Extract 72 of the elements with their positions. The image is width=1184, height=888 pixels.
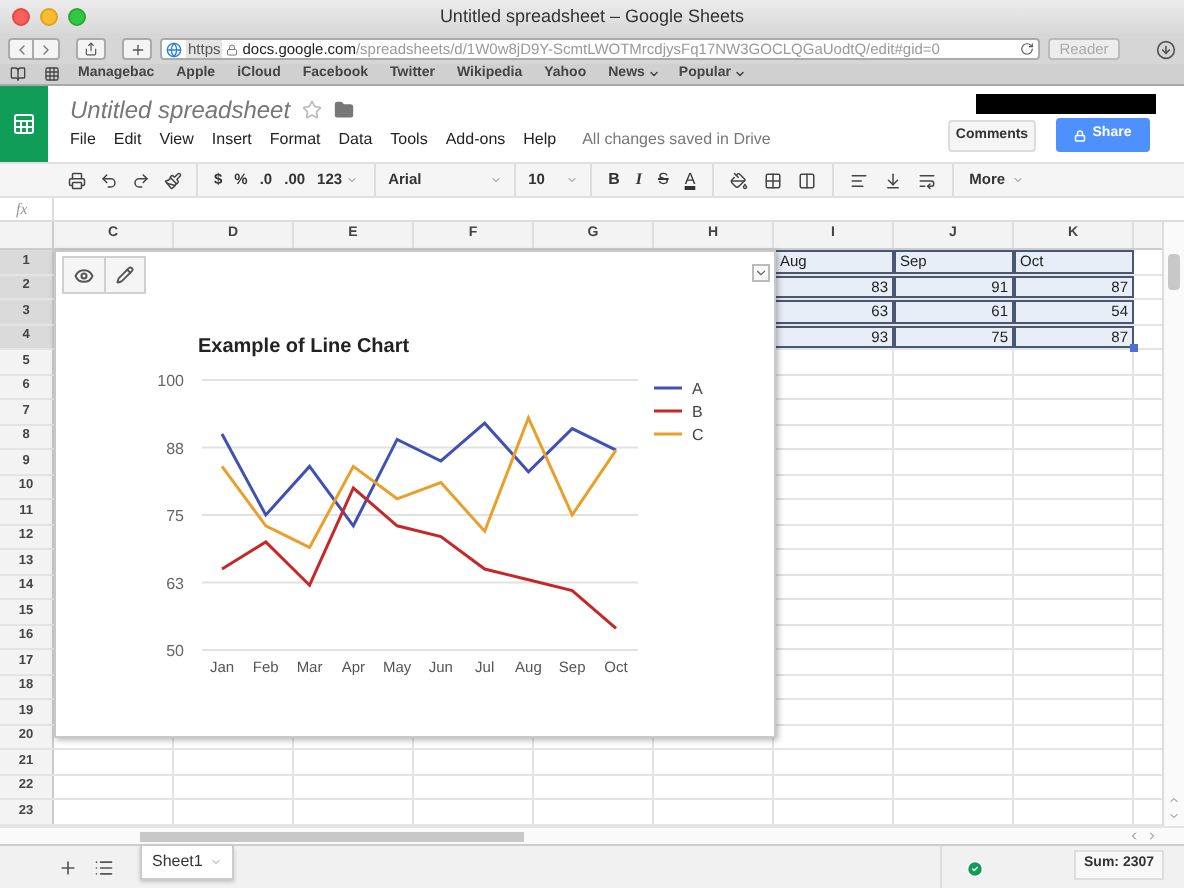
vertical-scrollbar[interactable]: [1162, 222, 1184, 825]
fill-handle[interactable]: [1130, 344, 1138, 352]
scrollbar-thumb[interactable]: [140, 831, 524, 841]
axis-label: 100: [157, 372, 184, 390]
zoom-window-button[interactable]: [68, 8, 86, 26]
print-icon[interactable]: [68, 171, 86, 189]
caret-icon: [1011, 174, 1024, 186]
menu-item[interactable]: View: [159, 128, 194, 152]
axis-label: 50: [166, 642, 184, 660]
caret-icon: [490, 174, 503, 186]
text-style-button[interactable]: A: [684, 168, 696, 192]
caret-icon: [734, 68, 747, 80]
menu-item[interactable]: File: [70, 128, 96, 152]
legend-label: A: [692, 380, 703, 398]
borders-icon[interactable]: [763, 171, 782, 189]
scrollbar-thumb[interactable]: [1168, 254, 1180, 290]
chart-title: Example of Line Chart: [198, 334, 410, 362]
menu-item[interactable]: Help: [523, 128, 557, 152]
sheet-list-icon[interactable]: [94, 857, 114, 877]
menu-item[interactable]: Insert: [211, 128, 252, 152]
menu-item[interactable]: Data: [338, 128, 373, 152]
share-icon: [84, 42, 98, 56]
add-sheet-icon[interactable]: [58, 857, 78, 877]
chevron-right-icon: [38, 41, 54, 57]
text-style-button[interactable]: B: [608, 168, 620, 192]
globe-icon: [166, 41, 182, 57]
menu-item[interactable]: Add-ons: [445, 128, 506, 152]
reading-list-icon[interactable]: [10, 66, 26, 82]
caret-icon: [754, 266, 768, 280]
save-status: All changes saved in Drive: [582, 128, 771, 152]
caret-icon: [566, 174, 579, 186]
undo-icon[interactable]: [100, 171, 118, 189]
folder-icon[interactable]: [334, 100, 355, 120]
align-left-icon[interactable]: [849, 171, 868, 189]
pencil-icon: [116, 266, 134, 284]
paint-format-icon[interactable]: [164, 171, 182, 189]
lock-icon: [226, 43, 239, 55]
legend-label: B: [692, 403, 703, 421]
app-logo[interactable]: [0, 86, 48, 162]
share-button[interactable]: [76, 38, 106, 60]
caret-icon: [648, 68, 661, 80]
menu-item[interactable]: Format: [269, 128, 321, 152]
grid-icon[interactable]: [44, 66, 60, 82]
window-title: Untitled spreadsheet – Google Sheets: [437, 3, 747, 30]
vertical-align-icon[interactable]: [883, 171, 902, 189]
axis-label: 75: [166, 507, 184, 525]
plus-icon: [129, 41, 145, 57]
new-tab-button[interactable]: [122, 38, 152, 60]
redo-icon[interactable]: [132, 171, 150, 189]
text-wrap-icon[interactable]: [917, 171, 936, 189]
text-style-button[interactable]: I: [635, 168, 642, 192]
eye-icon: [74, 265, 94, 285]
reload-icon[interactable]: [1020, 42, 1034, 56]
fill-color-icon[interactable]: [729, 171, 748, 189]
document-title[interactable]: Untitled spreadsheet: [70, 92, 291, 128]
star-icon[interactable]: [302, 100, 323, 120]
download-icon[interactable]: [1156, 39, 1176, 59]
menu-item[interactable]: Tools: [390, 128, 428, 152]
merge-cells-icon[interactable]: [797, 171, 816, 189]
text-style-button[interactable]: S: [657, 168, 669, 192]
axis-label: 88: [166, 439, 184, 458]
chart-menu-button[interactable]: [752, 264, 770, 282]
formula-label: fx: [14, 197, 30, 221]
close-window-button[interactable]: [12, 8, 30, 26]
axis-label: 63: [166, 574, 184, 593]
sheet-tab[interactable]: Sheet1: [140, 845, 235, 879]
lock-icon: [1074, 129, 1087, 141]
caret-icon: [210, 855, 223, 867]
saved-check-icon: [966, 859, 984, 877]
legend-label: C: [692, 426, 704, 444]
menu-item[interactable]: Edit: [113, 128, 142, 152]
spreadsheet-icon: [12, 112, 36, 136]
